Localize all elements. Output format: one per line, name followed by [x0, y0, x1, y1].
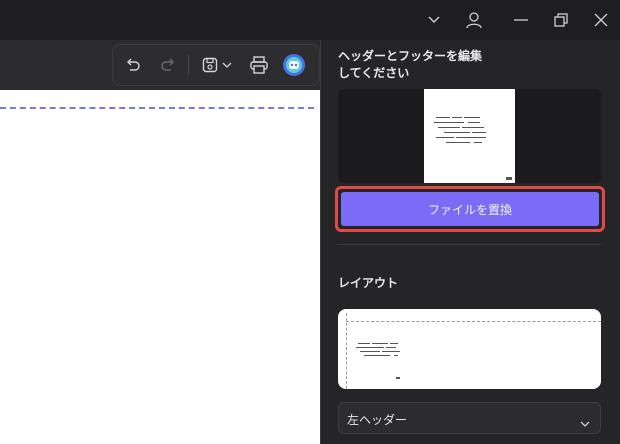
preview-page-thumbnail [424, 89, 515, 183]
title-bar [0, 0, 620, 40]
ai-assistant-icon[interactable] [282, 53, 306, 77]
restore-icon[interactable] [551, 10, 571, 30]
minimize-icon[interactable] [511, 10, 531, 30]
layout-preview [338, 309, 601, 389]
close-icon[interactable] [591, 10, 611, 30]
print-icon[interactable] [247, 53, 271, 77]
document-canvas [0, 40, 320, 444]
save-icon[interactable] [198, 53, 222, 77]
chevron-down-icon [580, 413, 590, 432]
toolbar-divider [188, 55, 189, 75]
replace-file-button[interactable]: ファイルを置換 [341, 192, 599, 226]
account-icon[interactable] [464, 10, 484, 30]
chevron-down-icon[interactable] [424, 10, 444, 30]
layout-section-label: レイアウト [338, 276, 399, 290]
file-preview [338, 89, 601, 183]
header-footer-panel: ヘッダーとフッターを編集してください ファイルを置換 レイアウト 左ヘッダー [320, 40, 620, 444]
select-value: 左ヘッダー [347, 413, 408, 427]
floating-toolbar [112, 44, 320, 86]
save-menu-chevron-icon[interactable] [221, 53, 233, 77]
header-position-select[interactable]: 左ヘッダー [338, 402, 601, 434]
redo-icon[interactable] [156, 53, 180, 77]
replace-file-highlight: ファイルを置換 [335, 186, 605, 232]
document-page [0, 90, 320, 444]
header-guide-line [0, 107, 314, 109]
panel-divider [338, 244, 601, 245]
canvas-toolbar-row [0, 40, 320, 90]
undo-icon[interactable] [121, 53, 145, 77]
panel-title: ヘッダーとフッターを編集してください [338, 49, 483, 80]
app-window: ヘッダーとフッターを編集してください ファイルを置換 レイアウト 左ヘッダー [0, 0, 620, 444]
